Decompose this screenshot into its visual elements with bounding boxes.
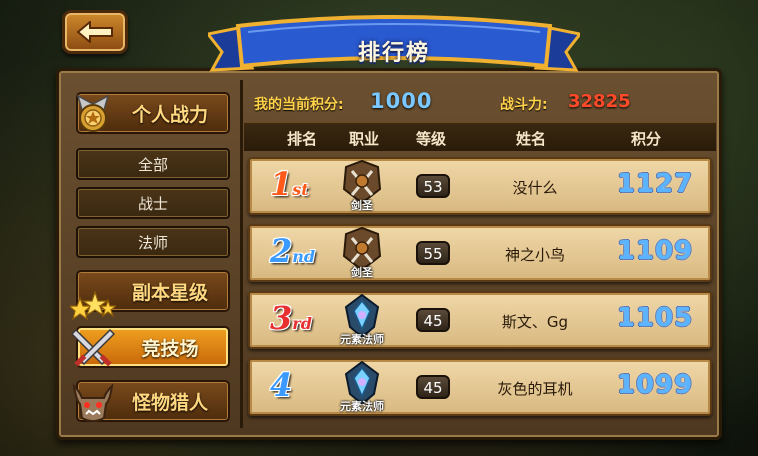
header-score: 积分 [630, 130, 662, 148]
category-dungeon-stars-label: 副本星级 [131, 281, 208, 304]
stars-icon [70, 290, 116, 321]
player-score: 1127 [616, 169, 694, 199]
rank-suffix: nd [292, 247, 316, 266]
job-label: 剑圣 [351, 199, 373, 212]
table-header: 排名 职业 等级 姓名 积分 [244, 122, 716, 151]
page-title: 排行榜 [357, 41, 430, 66]
player-score: 1105 [616, 303, 694, 333]
filter-warrior-label: 战士 [137, 194, 168, 213]
crossed-swords-icon [70, 328, 116, 367]
rank-number: 1 [270, 165, 293, 203]
job-label: 元素法师 [340, 400, 384, 413]
medal-icon [76, 94, 110, 132]
rank-number: 3 [270, 299, 293, 337]
category-arena[interactable]: 竞技场 [70, 326, 230, 368]
level-badge: 53 [416, 174, 450, 198]
filter-warrior[interactable]: 战士 [76, 187, 230, 219]
my-score-label: 我的当前积分: [254, 97, 344, 113]
rank-number: 2 [270, 232, 293, 270]
player-name: 斯文、Gg [501, 313, 569, 331]
my-score-value: 1000 [370, 89, 433, 113]
table-row[interactable]: 2nd 剑圣 55 神之小鸟 1109 [248, 224, 712, 282]
table-row[interactable]: 3rd 元素法师 45 斯文、Gg 1105 [248, 291, 712, 349]
filter-all-label: 全部 [137, 155, 168, 174]
header-job: 职业 [348, 130, 380, 148]
back-button[interactable] [62, 10, 128, 54]
header-rank: 排名 [286, 130, 318, 148]
player-name: 灰色的耳机 [497, 380, 573, 398]
player-name: 神之小鸟 [504, 246, 565, 264]
back-arrow-icon [76, 21, 113, 43]
filter-mage[interactable]: 法师 [76, 226, 230, 258]
category-personal-power[interactable]: 个人战力 [76, 92, 230, 134]
rank-suffix: st [292, 180, 309, 199]
header-name: 姓名 [515, 130, 547, 148]
title-ribbon: 排行榜 [205, 12, 583, 74]
player-score: 1109 [616, 236, 694, 266]
job-label: 元素法师 [340, 333, 384, 346]
header-level: 等级 [415, 130, 447, 148]
category-monster-hunter-label: 怪物猎人 [131, 391, 208, 414]
level-badge: 55 [416, 241, 450, 265]
power-value: 32825 [568, 91, 631, 112]
monster-head-icon [72, 383, 114, 422]
category-arena-label: 竞技场 [141, 337, 199, 360]
rank-number: 4 [270, 366, 293, 404]
player-info-bar: 我的当前积分: 1000 战斗力: 32825 [250, 88, 710, 116]
job-label: 剑圣 [351, 266, 373, 279]
level-badge: 45 [416, 308, 450, 332]
table-row[interactable]: 4 元素法师 45 灰色的耳机 1099 [248, 358, 712, 416]
rank-suffix: rd [292, 314, 312, 333]
category-dungeon-stars[interactable]: 副本星级 [70, 270, 230, 321]
level-badge: 45 [416, 375, 450, 399]
category-monster-hunter[interactable]: 怪物猎人 [72, 380, 230, 422]
filter-mage-label: 法师 [137, 233, 168, 252]
panel-divider [240, 80, 243, 428]
filter-all[interactable]: 全部 [76, 148, 230, 180]
power-label: 战斗力: [500, 97, 548, 113]
player-name: 没什么 [512, 179, 558, 197]
table-row[interactable]: 1st 剑圣 53 没什么 1127 [248, 157, 712, 215]
category-personal-power-label: 个人战力 [131, 103, 208, 126]
player-score: 1099 [616, 370, 694, 400]
